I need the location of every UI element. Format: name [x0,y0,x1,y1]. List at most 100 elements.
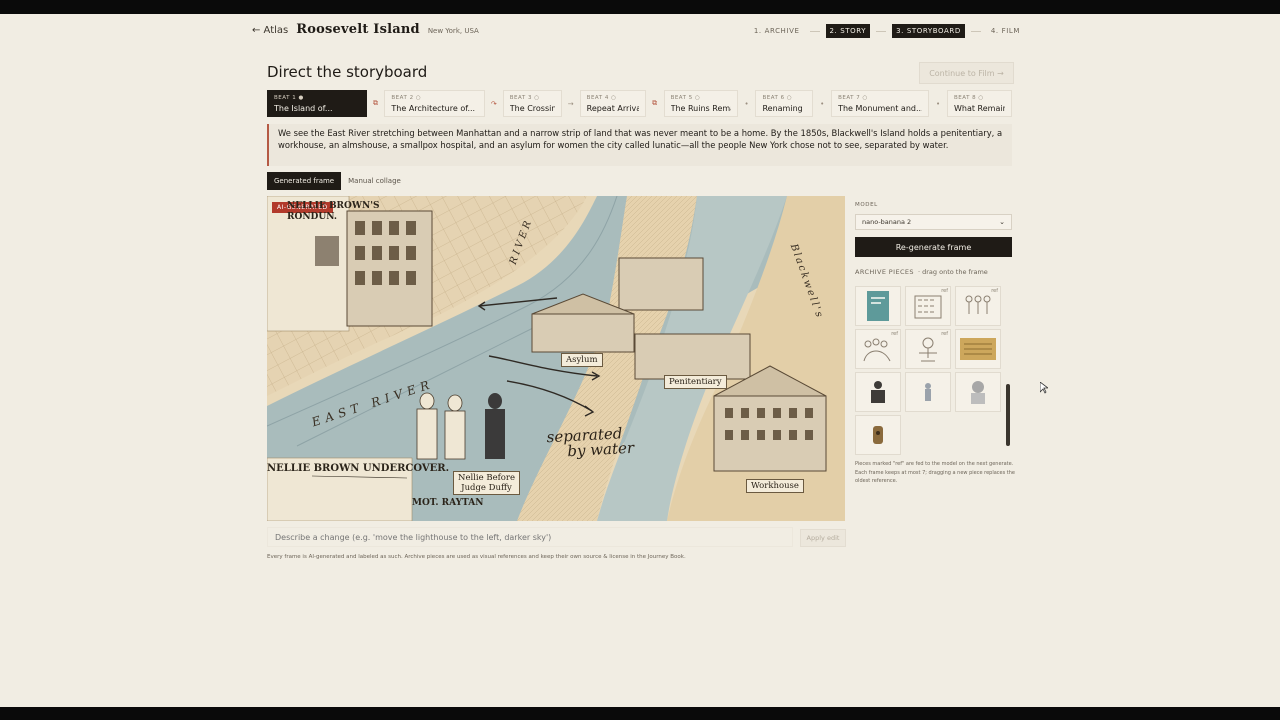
building-sketch-thumbnail [914,295,942,319]
nellie-label-line1: Nellie Before [458,473,515,483]
link-icon: ⧉ [652,99,658,107]
separated-annotation: separated by water [546,424,634,460]
statue-thumbnail [925,383,931,401]
tab-manual-collage[interactable]: Manual collage [341,172,408,190]
beat-number: BEAT 7 ○ [838,95,868,101]
beat-title: Renaming [762,104,803,113]
beat-number: BEAT 4 ○ [586,95,617,101]
step-film[interactable]: 4. FILM [987,24,1024,38]
clipping-headline-top: NELLIE BROWN'S [287,201,380,211]
penitentiary-label: Penitentiary [664,375,727,389]
beat-7[interactable]: BEAT 7 ○ The Monument and... [831,90,930,117]
window-top-bar [0,0,1280,14]
beat-title: The Architecture of... [391,104,476,113]
step-divider [876,30,887,32]
bust-thumbnail [971,381,985,404]
archive-piece-book-cover[interactable] [855,286,901,326]
beat-8[interactable]: BEAT 8 ○ What Remains [946,90,1012,117]
dot-icon: • [820,99,825,108]
ref-tag: ref [891,331,898,337]
beat-1[interactable]: BEAT 1 ● The Island of... [267,90,367,117]
building-photo-thumbnail [960,338,996,360]
arrow-right-icon: → [567,99,574,108]
archive-piece-figure-photo[interactable] [855,372,901,412]
frame-mode-tabs: Generated frame Manual collage [267,172,408,190]
nellie-label: Nellie Before Judge Duffy [453,471,520,495]
beat-number: BEAT 1 ● [274,95,304,101]
archive-piece-building-sketch[interactable]: ref [905,286,951,326]
pieces-note: Pieces marked "ref" are fed to the model… [855,461,1016,484]
dot-icon: • [744,99,749,108]
step-divider [809,30,820,32]
asylum-label: Asylum [561,353,603,367]
workflow-steps: 1. ARCHIVE 2. STORY 3. STORYBOARD 4. FIL… [750,24,1024,38]
book-cover-thumbnail [867,291,889,321]
ai-disclosure-footnote: Every frame is AI-generated and labeled … [267,554,686,560]
beat-strip: BEAT 1 ● The Island of... ⧉ BEAT 2 ○ The… [267,90,1012,117]
apply-edit-button[interactable]: Apply edit [800,529,846,547]
header: ← Atlas Roosevelt Island New York, USA [252,22,479,37]
beat-number: BEAT 5 ○ [670,95,701,101]
archive-piece-statue[interactable] [905,372,951,412]
mouse-cursor-icon [1040,382,1048,394]
figures-sketch-thumbnail [965,295,991,314]
generated-frame[interactable]: AI-GENERATED NELLIE BROWN'S RONDUN. NELL… [267,196,845,521]
project-location: New York, USA [427,27,479,35]
beat-number: BEAT 3 ○ [509,95,540,101]
beat-title: Repeat Arrivals [586,104,639,113]
archive-piece-artifact[interactable] [855,415,901,455]
window-bottom-bar [0,707,1280,720]
clipping-headline-top-2: RONDUN. [287,212,337,222]
archive-piece-building-photo[interactable] [955,329,1001,369]
beat-2[interactable]: BEAT 2 ○ The Architecture of... [384,90,485,117]
archive-pieces-label: ARCHIVE PIECES [855,268,914,276]
tab-generated-frame[interactable]: Generated frame [267,172,342,190]
archive-piece-figures-sketch[interactable]: ref [955,286,1001,326]
archive-piece-bust[interactable] [955,372,1001,412]
archive-pieces-hint: · drag onto the frame [918,268,988,276]
ref-tag: ref [991,288,998,294]
step-storyboard[interactable]: 3. STORYBOARD [892,24,965,38]
beat-title: The Island of... [274,104,333,113]
link-icon: ⧉ [372,99,378,107]
beat-6[interactable]: BEAT 6 ○ Renaming [755,90,814,117]
beat-title: What Remains [953,104,1005,113]
beat-title: The Ruins Remain [670,104,731,113]
beat-4[interactable]: BEAT 4 ○ Repeat Arrivals [579,90,646,117]
crowd-sketch-thumbnail [863,338,891,362]
curve-arrow-icon: ↷ [490,99,497,108]
project-title: Roosevelt Island [296,22,420,37]
back-to-atlas-link[interactable]: ← Atlas [252,25,288,36]
figure-photo-thumbnail [871,381,885,403]
archive-piece-crowd-sketch[interactable]: ref [855,329,901,369]
beat-number: BEAT 6 ○ [762,95,793,101]
beat-number: BEAT 2 ○ [391,95,422,101]
archive-pieces-grid: ref ref ref ref [855,286,1005,455]
beat-title: The Monument and... [838,104,923,113]
pieces-scrollbar-thumb[interactable] [1006,384,1010,446]
beat-narration: We see the East River stretching between… [267,124,1012,166]
regenerate-frame-button[interactable]: Re-generate frame [855,237,1012,257]
model-select-value: nano-banana 2 [862,218,912,226]
clipping-headline: NELLIE BROWN UNDERCOVER. [267,463,450,474]
scene-sketch-thumbnail [919,337,937,362]
beat-number: BEAT 8 ○ [953,95,984,101]
ref-tag: ref [941,331,948,337]
page-title: Direct the storyboard [267,63,428,81]
step-archive[interactable]: 1. ARCHIVE [750,24,804,38]
beat-title: The Crossing [509,104,555,113]
workhouse-label: Workhouse [746,479,804,493]
continue-to-film-button[interactable]: Continue to Film → [919,62,1014,84]
step-story[interactable]: 2. STORY [825,24,871,38]
dot-icon: • [935,99,941,108]
beat-3[interactable]: BEAT 3 ○ The Crossing [502,90,562,117]
ref-tag: ref [941,288,948,294]
archive-piece-scene-sketch[interactable]: ref [905,329,951,369]
clipping-subheadline: MOT. RAYTAN [412,498,484,508]
describe-change-input[interactable] [267,527,793,547]
nellie-label-line2: Judge Duffy [461,483,512,493]
model-select[interactable]: nano-banana 2 ⌄ [855,214,1012,230]
step-divider [970,30,981,32]
model-label: MODEL [855,202,878,208]
beat-5[interactable]: BEAT 5 ○ The Ruins Remain [663,90,738,117]
